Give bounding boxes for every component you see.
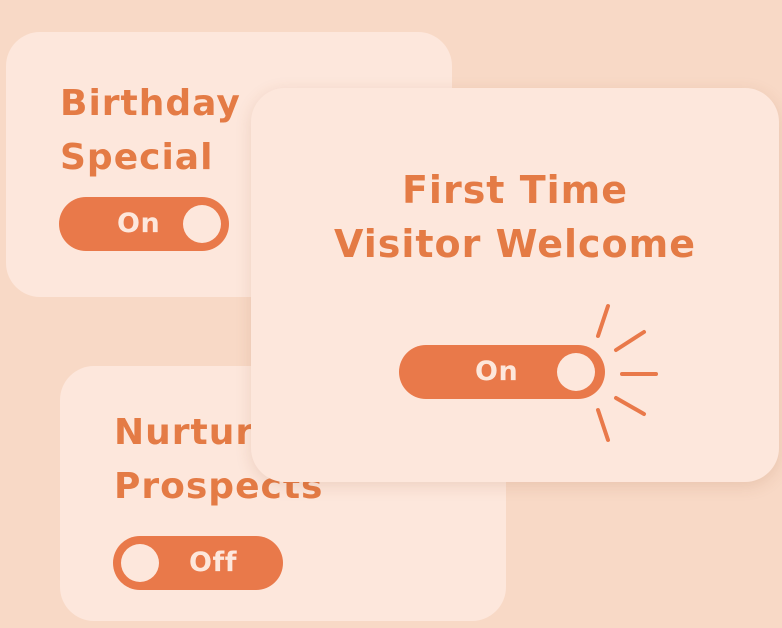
toggle-knob — [121, 544, 159, 582]
first-time-visitor-welcome-toggle-label: On — [475, 356, 519, 387]
birthday-special-toggle[interactable]: On — [59, 197, 229, 251]
birthday-special-title: Birthday Special — [60, 83, 241, 178]
first-time-visitor-welcome-toggle[interactable]: On — [399, 345, 605, 399]
nurture-prospects-toggle-label: Off — [189, 547, 237, 578]
toggle-knob — [183, 205, 221, 243]
birthday-special-toggle-label: On — [117, 208, 161, 239]
nurture-prospects-toggle[interactable]: Off — [113, 536, 283, 590]
first-time-visitor-welcome-card: First Time Visitor Welcome On — [251, 88, 779, 482]
click-rays-icon — [596, 304, 658, 442]
first-time-visitor-welcome-title: First Time Visitor Welcome — [333, 168, 696, 266]
